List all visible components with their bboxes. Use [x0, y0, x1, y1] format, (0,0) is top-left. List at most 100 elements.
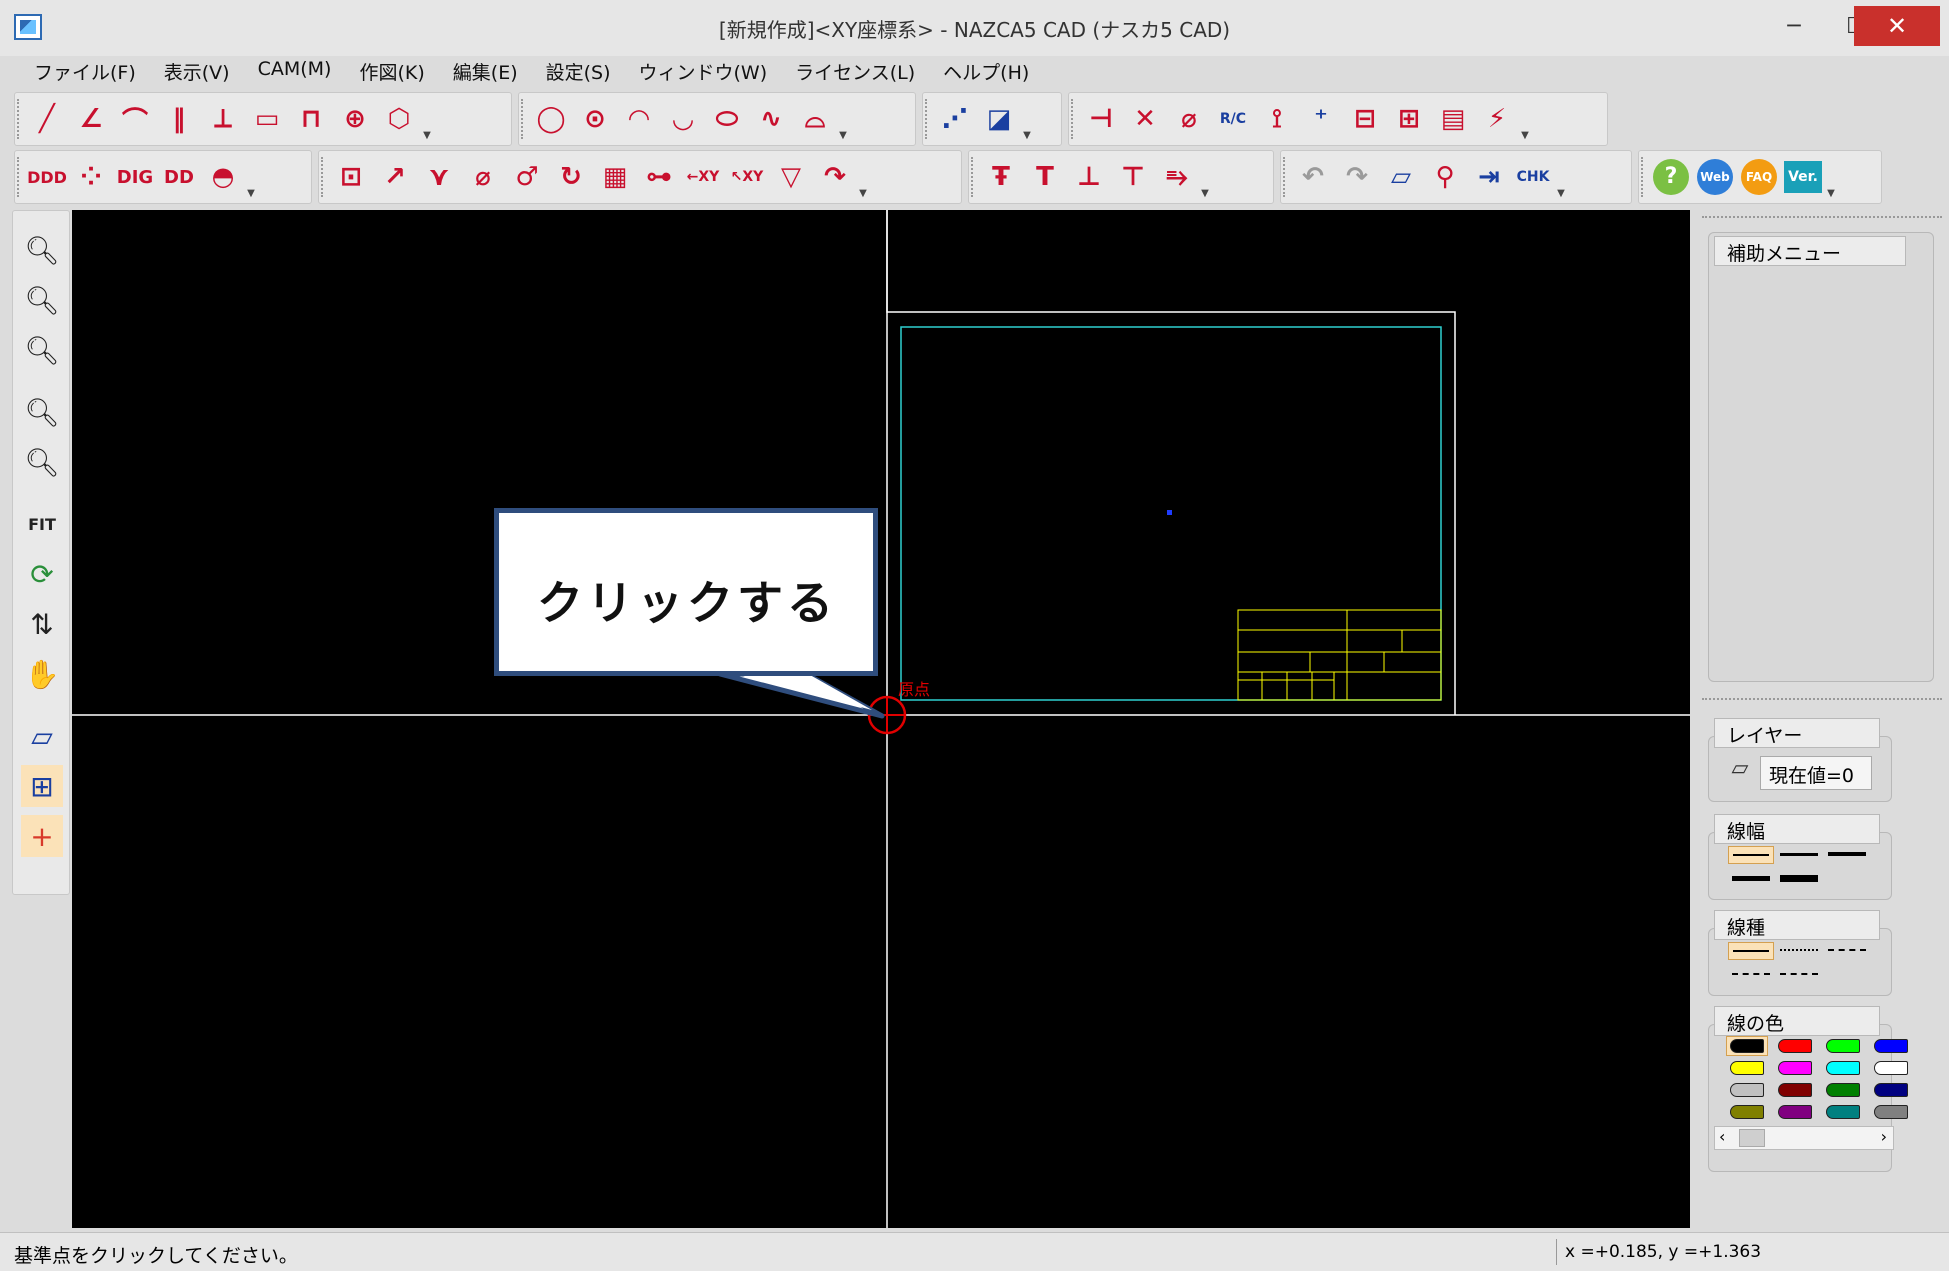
- offset-icon[interactable]: ⁺: [1299, 97, 1343, 141]
- drawing-frame-icon[interactable]: ⊞: [1387, 97, 1431, 141]
- layer-icon[interactable]: ▱: [21, 715, 63, 757]
- zoom-1-icon[interactable]: 🔍︎: [21, 441, 63, 483]
- menu-help[interactable]: ヘルプ(H): [929, 56, 1043, 88]
- color-swatch[interactable]: [1774, 1080, 1816, 1100]
- crosshair-circle-icon[interactable]: ⊕: [333, 97, 377, 141]
- text-icon[interactable]: T: [1023, 155, 1067, 199]
- color-swatch[interactable]: [1726, 1058, 1768, 1078]
- panel-grip[interactable]: [1702, 216, 1942, 218]
- zoom-half-icon[interactable]: 🔍︎: [21, 329, 63, 371]
- zoom-x2-icon[interactable]: 🔍︎: [21, 279, 63, 321]
- parallel-lines-icon[interactable]: ‖: [157, 97, 201, 141]
- xy-angle-icon[interactable]: ↖XY: [725, 155, 769, 199]
- menu-file[interactable]: ファイル(F): [20, 56, 150, 88]
- menu-cam[interactable]: CAM(M): [244, 56, 346, 88]
- scroll-thumb[interactable]: [1739, 1129, 1765, 1147]
- spline-icon[interactable]: ∿: [749, 97, 793, 141]
- toolbar-grip[interactable]: [925, 99, 929, 139]
- print-icon[interactable]: ▤: [1431, 97, 1475, 141]
- toolbar-grip[interactable]: [17, 157, 21, 197]
- arc-icon[interactable]: ◠: [617, 97, 661, 141]
- toolbar-dropdown-icon[interactable]: ▼: [421, 97, 433, 141]
- toolbar-grip[interactable]: [1283, 157, 1287, 197]
- measure-icon[interactable]: ⚡: [1475, 97, 1519, 141]
- color-swatch[interactable]: [1774, 1058, 1816, 1078]
- extend-icon[interactable]: ⊣: [1079, 97, 1123, 141]
- color-swatch[interactable]: [1870, 1080, 1912, 1100]
- ellipse-icon[interactable]: ⬭: [705, 97, 749, 141]
- line-width-option-5[interactable]: [1776, 870, 1822, 888]
- toolbar-dropdown-icon[interactable]: ▼: [1021, 97, 1033, 141]
- color-swatch[interactable]: [1822, 1036, 1864, 1056]
- line-type-dashed[interactable]: [1824, 942, 1870, 960]
- color-swatch[interactable]: [1774, 1036, 1816, 1056]
- color-swatch[interactable]: [1870, 1102, 1912, 1122]
- dashed-line-icon[interactable]: ⋰: [933, 97, 977, 141]
- menu-settings[interactable]: 設定(S): [532, 56, 625, 88]
- color-swatch[interactable]: [1822, 1102, 1864, 1122]
- toolbar-grip[interactable]: [971, 157, 975, 197]
- scroll-right-icon[interactable]: ›: [1881, 1127, 1887, 1146]
- color-swatch[interactable]: [1726, 1036, 1768, 1056]
- panel-hscroll[interactable]: ‹ ›: [1714, 1126, 1894, 1150]
- diameter-icon[interactable]: ⌀: [461, 155, 505, 199]
- layer-eraser-icon[interactable]: ▱: [1724, 756, 1756, 786]
- mirror-icon[interactable]: DIG: [113, 155, 157, 199]
- rotate-icon[interactable]: ↻: [549, 155, 593, 199]
- hatch-icon[interactable]: ⊟: [1343, 97, 1387, 141]
- toolbar-grip[interactable]: [17, 99, 21, 139]
- color-swatch[interactable]: [1726, 1080, 1768, 1100]
- polyline-icon[interactable]: ⊓: [289, 97, 333, 141]
- line-width-option-1[interactable]: [1728, 846, 1774, 864]
- line-type-dashdot[interactable]: [1728, 966, 1774, 984]
- panel-grip[interactable]: [1702, 698, 1942, 700]
- toolbar-dropdown-icon[interactable]: ▼: [1199, 155, 1211, 199]
- toolbar-dropdown-icon[interactable]: ▼: [1519, 97, 1531, 141]
- xy-arrow-icon[interactable]: ←XY: [681, 155, 725, 199]
- scroll-left-icon[interactable]: ‹: [1719, 1127, 1725, 1146]
- close-button[interactable]: ✕: [1854, 6, 1940, 46]
- break-icon[interactable]: ⌀: [1167, 97, 1211, 141]
- arrow-icon[interactable]: ↗: [373, 155, 417, 199]
- ellipse-arc-icon[interactable]: ⌓: [793, 97, 837, 141]
- color-swatch[interactable]: [1726, 1102, 1768, 1122]
- redo-icon[interactable]: ↷: [1335, 155, 1379, 199]
- distance-icon[interactable]: ⇥: [1467, 155, 1511, 199]
- point-icon[interactable]: ⁘: [69, 155, 113, 199]
- line-width-option-3[interactable]: [1824, 846, 1870, 864]
- copy-icon[interactable]: DD: [157, 155, 201, 199]
- circle-3pt-icon[interactable]: ⊙: [573, 97, 617, 141]
- undo-icon[interactable]: ↶: [1291, 155, 1335, 199]
- protractor-icon[interactable]: ◓: [201, 155, 245, 199]
- curved-arrow-icon[interactable]: ↷: [813, 155, 857, 199]
- menu-edit[interactable]: 編集(E): [439, 56, 532, 88]
- color-swatch[interactable]: [1870, 1058, 1912, 1078]
- check-icon[interactable]: CHK: [1511, 155, 1555, 199]
- help-icon[interactable]: ?: [1649, 155, 1693, 199]
- layer-current-value[interactable]: 現在値=0: [1760, 756, 1872, 790]
- fit-icon[interactable]: FIT: [21, 503, 63, 545]
- balloon-icon[interactable]: ⊶: [637, 155, 681, 199]
- line-width-option-4[interactable]: [1728, 870, 1774, 888]
- cursor-cross-icon[interactable]: +: [21, 815, 63, 857]
- surface-finish-icon[interactable]: ▽: [769, 155, 813, 199]
- circle-icon[interactable]: ◯: [529, 97, 573, 141]
- hexagon-icon[interactable]: ⬡: [377, 97, 421, 141]
- menu-draw[interactable]: 作図(K): [345, 56, 438, 88]
- drawing-canvas[interactable]: 原点: [72, 210, 1690, 1228]
- arc-tangent-icon[interactable]: ◡: [661, 97, 705, 141]
- drawing-frame-view-icon[interactable]: ⊞: [21, 765, 63, 807]
- line-type-solid[interactable]: [1728, 942, 1774, 960]
- cross-trim-icon[interactable]: ✕: [1123, 97, 1167, 141]
- eraser-icon[interactable]: ▱: [1379, 155, 1423, 199]
- leader-icon[interactable]: ⋎: [417, 155, 461, 199]
- menu-license[interactable]: ライセンス(L): [781, 56, 929, 88]
- chamfer-icon[interactable]: ⟟: [1255, 97, 1299, 141]
- color-swatch[interactable]: [1822, 1080, 1864, 1100]
- toolbar-dropdown-icon[interactable]: ▼: [1555, 155, 1567, 199]
- link-icon[interactable]: ⚲: [1423, 155, 1467, 199]
- line-type-dotted[interactable]: [1776, 942, 1822, 960]
- toolbar-grip[interactable]: [321, 157, 325, 197]
- text-double-icon[interactable]: ⊤: [1111, 155, 1155, 199]
- dimension-icon[interactable]: ⊡: [329, 155, 373, 199]
